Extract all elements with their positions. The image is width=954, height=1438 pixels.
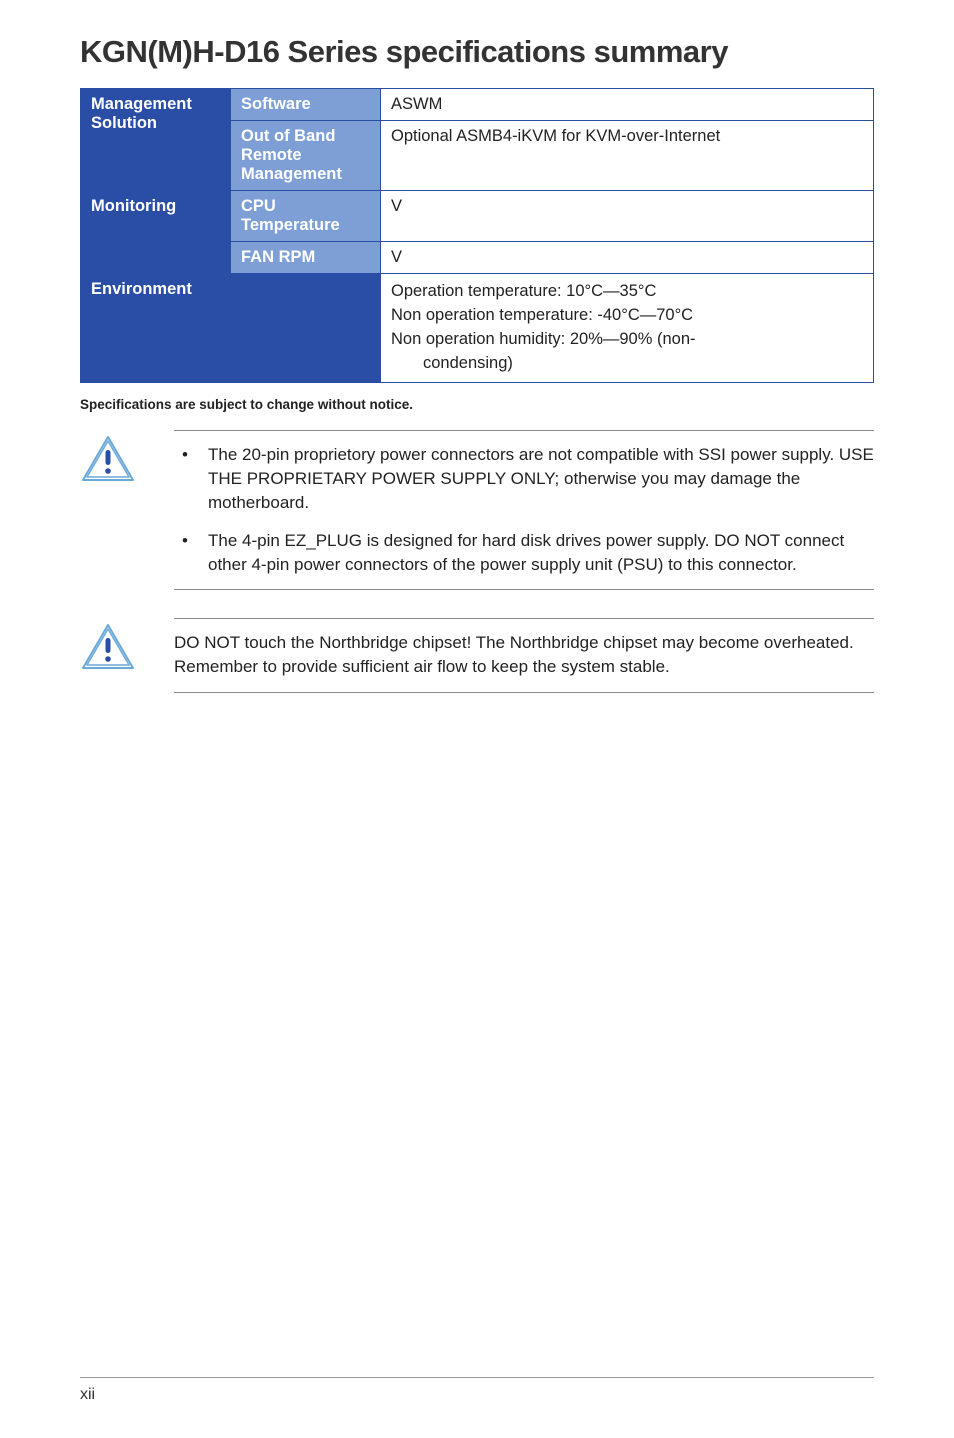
subheader-cputemp: CPU Temperature [231,191,381,242]
value-oob: Optional ASMB4-iKVM for KVM-over-Interne… [381,121,874,191]
env-line: Non operation temperature: -40°C—70°C [391,304,863,328]
value-software: ASWM [381,89,874,121]
env-line: condensing) [391,352,863,376]
list-item: The 20-pin proprietory power connectors … [174,443,874,515]
row-header-mgmt: Management Solution [81,89,231,191]
page-title: KGN(M)H-D16 Series specifications summar… [80,34,874,70]
callout-text: DO NOT touch the Northbridge chipset! Th… [174,631,874,679]
subheader-fanrpm: FAN RPM [231,242,381,274]
subheader-oob: Out of Band Remote Management [231,121,381,191]
page-number: xii [80,1386,95,1403]
caution-callout-1: The 20-pin proprietory power connectors … [80,430,874,591]
subheader-software: Software [231,89,381,121]
value-env: Operation temperature: 10°C—35°C Non ope… [381,274,874,383]
row-header-mon: Monitoring [81,191,231,274]
spec-change-note: Specifications are subject to change wit… [80,397,874,412]
page-footer: xii [80,1377,874,1404]
table-row: Monitoring CPU Temperature V [81,191,874,242]
caution-icon [80,618,136,672]
row-header-env: Environment [81,274,381,383]
caution-icon [80,430,136,484]
env-line: Operation temperature: 10°C—35°C [391,280,863,304]
env-line: Non operation humidity: 20%—90% (non- [391,328,863,352]
table-row: Environment Operation temperature: 10°C—… [81,274,874,383]
value-cputemp: V [381,191,874,242]
list-item: The 4-pin EZ_PLUG is designed for hard d… [174,529,874,577]
caution-callout-2: DO NOT touch the Northbridge chipset! Th… [80,618,874,692]
callout-content: The 20-pin proprietory power connectors … [174,430,874,591]
value-fanrpm: V [381,242,874,274]
table-row: Management Solution Software ASWM [81,89,874,121]
spec-table: Management Solution Software ASWM Out of… [80,88,874,383]
callout-content: DO NOT touch the Northbridge chipset! Th… [174,618,874,692]
